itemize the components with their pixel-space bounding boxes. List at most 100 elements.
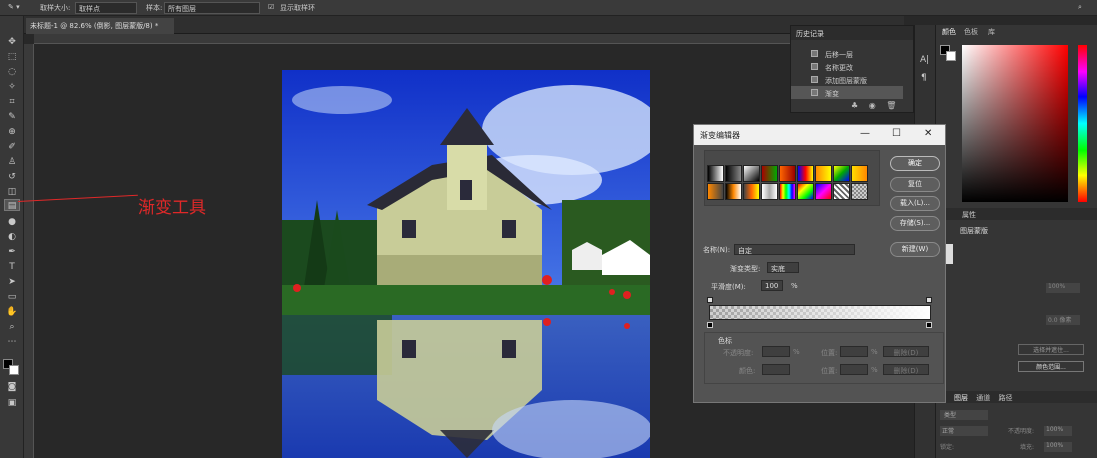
color-picker-field[interactable] bbox=[962, 45, 1068, 202]
save-button[interactable]: 存储(S)... bbox=[890, 216, 940, 231]
document-canvas-image[interactable] bbox=[282, 70, 650, 458]
color-delete-button[interactable]: 删除(D) bbox=[883, 364, 929, 375]
history-panel-title[interactable]: 历史记录 bbox=[791, 26, 913, 40]
color-location-field[interactable] bbox=[840, 364, 868, 375]
blend-mode-select[interactable]: 正常 bbox=[940, 426, 988, 436]
screen-mode-icon[interactable]: ▣ bbox=[4, 397, 20, 409]
preset-swatch[interactable] bbox=[743, 183, 760, 200]
eyedropper-tool-icon[interactable]: ✎ bbox=[4, 111, 20, 123]
preset-swatch[interactable] bbox=[851, 183, 868, 200]
brush-tool-icon[interactable]: ✐ bbox=[4, 141, 20, 153]
tab-paths[interactable]: 路径 bbox=[998, 394, 1012, 402]
tab-color[interactable]: 颜色 bbox=[942, 27, 956, 37]
new-button[interactable]: 新建(W) bbox=[890, 242, 940, 257]
preset-swatch[interactable] bbox=[761, 165, 778, 182]
move-tool-icon[interactable]: ✥ bbox=[4, 36, 20, 48]
color-stop-left[interactable] bbox=[707, 322, 713, 328]
stop-opacity-field[interactable] bbox=[762, 346, 790, 357]
path-select-icon[interactable]: ➤ bbox=[4, 276, 20, 288]
preset-swatch[interactable] bbox=[779, 165, 796, 182]
toolbar: ✥ ⬚ ◌ ✧ ⌗ ✎ ⊕ ✐ ♙ ↺ ◫ ▤ ● ◐ ✒ T ➤ ▭ ✋ ⌕ … bbox=[0, 16, 24, 458]
opacity-field[interactable]: 100% bbox=[1044, 426, 1072, 436]
history-item[interactable]: 渐变 bbox=[791, 86, 903, 99]
more-tools-icon[interactable]: ⋯ bbox=[4, 336, 20, 348]
preset-swatch[interactable] bbox=[725, 165, 742, 182]
marquee-tool-icon[interactable]: ⬚ bbox=[4, 51, 20, 63]
pen-tool-icon[interactable]: ✒ bbox=[4, 246, 20, 258]
load-button[interactable]: 载入(L)... bbox=[890, 196, 940, 211]
blur-tool-icon[interactable]: ● bbox=[4, 216, 20, 228]
history-item[interactable]: 添加图层蒙版 bbox=[791, 73, 903, 86]
preset-swatch[interactable] bbox=[707, 183, 724, 200]
opacity-location-field[interactable] bbox=[840, 346, 868, 357]
quick-mask-icon[interactable]: ◙ bbox=[4, 381, 20, 393]
gradient-preview-bar[interactable] bbox=[709, 305, 931, 320]
stop-color-swatch[interactable] bbox=[762, 364, 790, 375]
color-range-button[interactable]: 颜色范围... bbox=[1018, 361, 1084, 372]
crop-tool-icon[interactable]: ⌗ bbox=[4, 96, 20, 108]
preset-swatch[interactable] bbox=[797, 183, 814, 200]
preset-swatch[interactable] bbox=[797, 165, 814, 182]
magic-wand-icon[interactable]: ✧ bbox=[4, 81, 20, 93]
opacity-stop-left[interactable] bbox=[707, 297, 713, 303]
density-field[interactable]: 100% bbox=[1046, 283, 1080, 293]
preset-swatch[interactable] bbox=[833, 183, 850, 200]
preset-swatch[interactable] bbox=[779, 183, 796, 200]
sample-select[interactable]: 所有图层 bbox=[164, 2, 260, 14]
opacity-stop-right[interactable] bbox=[926, 297, 932, 303]
hand-tool-icon[interactable]: ✋ bbox=[4, 306, 20, 318]
preset-swatch[interactable] bbox=[815, 183, 832, 200]
preset-swatch[interactable] bbox=[707, 165, 724, 182]
opacity-delete-button[interactable]: 删除(D) bbox=[883, 346, 929, 357]
history-brush-icon[interactable]: ↺ bbox=[4, 171, 20, 183]
dodge-tool-icon[interactable]: ◐ bbox=[4, 231, 20, 243]
close-icon[interactable]: ✕ bbox=[924, 128, 932, 139]
preset-swatch[interactable] bbox=[851, 165, 868, 182]
color-stop-right[interactable] bbox=[926, 322, 932, 328]
layer-kind-filter[interactable]: 类型 bbox=[940, 410, 988, 420]
eraser-tool-icon[interactable]: ◫ bbox=[4, 186, 20, 198]
background-color-swatch[interactable] bbox=[9, 365, 19, 375]
trash-icon[interactable]: 🗑 bbox=[886, 101, 896, 110]
zoom-tool-icon[interactable]: ⌕ bbox=[4, 321, 20, 333]
feather-field[interactable]: 0.0 像素 bbox=[1046, 315, 1080, 325]
stamp-tool-icon[interactable]: ♙ bbox=[4, 156, 20, 168]
show-ring-checkbox[interactable]: ☑ bbox=[268, 3, 274, 11]
lasso-tool-icon[interactable]: ◌ bbox=[4, 66, 20, 78]
gradient-type-select[interactable]: 实底 bbox=[767, 262, 799, 273]
select-and-mask-button[interactable]: 选择并遮住... bbox=[1018, 344, 1084, 355]
sample-size-select[interactable]: 取样点 bbox=[75, 2, 137, 14]
tab-layers[interactable]: 图层 bbox=[954, 394, 968, 402]
hue-slider[interactable] bbox=[1078, 45, 1087, 202]
tab-libraries[interactable]: 库 bbox=[988, 27, 995, 37]
dialog-titlebar[interactable]: 渐变编辑器 — ☐ ✕ bbox=[694, 125, 945, 145]
preset-swatch[interactable] bbox=[761, 183, 778, 200]
type-tool-icon[interactable]: T bbox=[4, 261, 20, 273]
history-item[interactable]: 名称更改 bbox=[791, 60, 903, 73]
maximize-icon[interactable]: ☐ bbox=[892, 128, 901, 139]
reset-button[interactable]: 复位 bbox=[890, 177, 940, 192]
camera-icon[interactable]: ◉ bbox=[869, 101, 876, 110]
rectangle-tool-icon[interactable]: ▭ bbox=[4, 291, 20, 303]
new-document-icon[interactable]: ♣ bbox=[851, 101, 858, 110]
tab-properties[interactable]: 属性 bbox=[962, 211, 976, 219]
fill-field[interactable]: 100% bbox=[1044, 442, 1072, 452]
minimize-icon[interactable]: — bbox=[860, 128, 870, 139]
preset-swatch[interactable] bbox=[833, 165, 850, 182]
character-panel-icon[interactable]: A| bbox=[920, 55, 929, 65]
ok-button[interactable]: 确定 bbox=[890, 156, 940, 171]
tab-swatches[interactable]: 色板 bbox=[964, 27, 978, 37]
preset-swatch[interactable] bbox=[815, 165, 832, 182]
preset-swatch[interactable] bbox=[725, 183, 742, 200]
smoothness-field[interactable]: 100 bbox=[761, 280, 783, 291]
history-item[interactable]: 后移一层 bbox=[791, 47, 903, 60]
name-field[interactable]: 自定 bbox=[734, 244, 855, 255]
healing-tool-icon[interactable]: ⊕ bbox=[4, 126, 20, 138]
paragraph-panel-icon[interactable]: ¶ bbox=[921, 73, 927, 83]
eyedropper-icon[interactable]: ✎ ▾ bbox=[8, 3, 20, 11]
tab-channels[interactable]: 通道 bbox=[976, 394, 990, 402]
search-icon[interactable]: ⌕ bbox=[1078, 3, 1082, 12]
background-color-swatch[interactable] bbox=[946, 51, 956, 61]
preset-swatch[interactable] bbox=[743, 165, 760, 182]
document-tab[interactable]: 未标题-1 @ 82.6% (倒影, 图层蒙版/8) * bbox=[26, 18, 174, 34]
